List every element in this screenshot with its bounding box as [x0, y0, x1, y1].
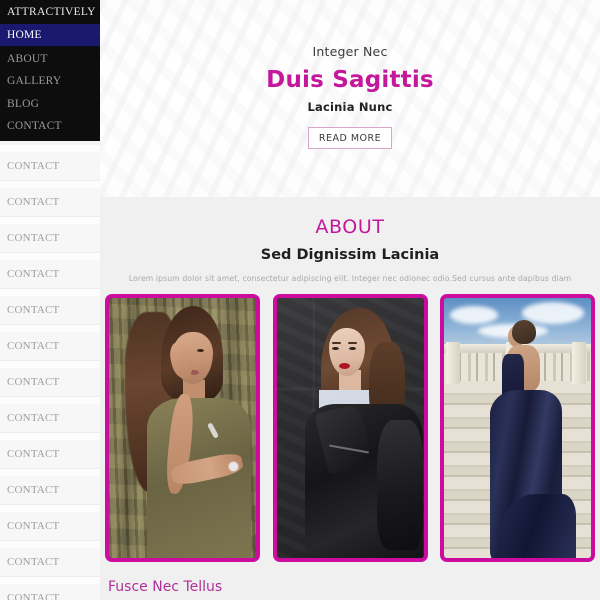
- gallery-card-3[interactable]: [440, 294, 595, 562]
- sidebar-row-divider: [0, 289, 100, 296]
- sidebar: ATTRACTIVELY HOME ABOUT GALLERY BLOG CON…: [0, 0, 100, 600]
- sidebar-row-divider: [0, 181, 100, 188]
- sidebar-item-about[interactable]: ABOUT: [0, 48, 100, 70]
- sidebar-repeated-item-1[interactable]: CONTACT: [0, 188, 100, 217]
- hero-section: Integer Nec Duis Sagittis Lacinia Nunc R…: [100, 0, 600, 197]
- sidebar-row-divider: [0, 433, 100, 440]
- sidebar-row-divider: [0, 253, 100, 260]
- read-more-button[interactable]: READ MORE: [307, 127, 393, 149]
- sidebar-item-contact[interactable]: CONTACT: [0, 115, 100, 137]
- gallery-image-3: [444, 298, 591, 558]
- gallery-image-2: [276, 298, 424, 558]
- sidebar-item-blog[interactable]: BLOG: [0, 93, 100, 115]
- sidebar-item-home[interactable]: HOME: [0, 24, 100, 46]
- sidebar-repeated-item-8[interactable]: CONTACT: [0, 440, 100, 469]
- sidebar-item-gallery[interactable]: GALLERY: [0, 70, 100, 92]
- sidebar-row-divider: [0, 361, 100, 368]
- sidebar-row-divider: [0, 145, 100, 152]
- sidebar-repeated-item-6[interactable]: CONTACT: [0, 368, 100, 397]
- sidebar-repeated-item-3[interactable]: CONTACT: [0, 260, 100, 289]
- sidebar-row-divider: [0, 541, 100, 548]
- sidebar-row-divider: [0, 217, 100, 224]
- sidebar-row-divider: [0, 577, 100, 584]
- about-subheading: Sed Dignissim Lacinia: [260, 247, 440, 263]
- gallery-card-2[interactable]: [272, 294, 428, 562]
- sidebar-repeated-item-2[interactable]: CONTACT: [0, 224, 100, 253]
- gallery-grid: [100, 294, 600, 562]
- gallery-card-1[interactable]: [105, 294, 260, 562]
- gallery-image-1: [109, 298, 256, 558]
- hero-subtitle: Lacinia Nunc: [307, 100, 393, 114]
- about-description: Lorem ipsum dolor sit amet, consectetur …: [128, 274, 572, 283]
- sidebar-repeated-item-9[interactable]: CONTACT: [0, 476, 100, 505]
- sidebar-row-divider: [0, 505, 100, 512]
- page-root: ATTRACTIVELY HOME ABOUT GALLERY BLOG CON…: [0, 0, 600, 600]
- sidebar-repeated-item-4[interactable]: CONTACT: [0, 296, 100, 325]
- sidebar-repeated-item-12[interactable]: CONTACT: [0, 584, 100, 600]
- brand-logo[interactable]: ATTRACTIVELY: [0, 0, 100, 23]
- sidebar-row-divider: [0, 397, 100, 404]
- sidebar-repeated-item-10[interactable]: CONTACT: [0, 512, 100, 541]
- sidebar-repeated-item-5[interactable]: CONTACT: [0, 332, 100, 361]
- hero-title: Duis Sagittis: [266, 67, 434, 93]
- sidebar-repeated-item-7[interactable]: CONTACT: [0, 404, 100, 433]
- sidebar-row-divider: [0, 469, 100, 476]
- sidebar-repeated-item-0[interactable]: CONTACT: [0, 152, 100, 181]
- main-content: Integer Nec Duis Sagittis Lacinia Nunc R…: [100, 0, 600, 600]
- hero-pretitle: Integer Nec: [312, 44, 388, 59]
- sidebar-repeated-item-11[interactable]: CONTACT: [0, 548, 100, 577]
- about-heading: ABOUT: [315, 216, 385, 238]
- footer-title: Fusce Nec Tellus: [108, 579, 223, 595]
- sidebar-row-divider: [0, 325, 100, 332]
- about-section: ABOUT Sed Dignissim Lacinia Lorem ipsum …: [100, 197, 600, 600]
